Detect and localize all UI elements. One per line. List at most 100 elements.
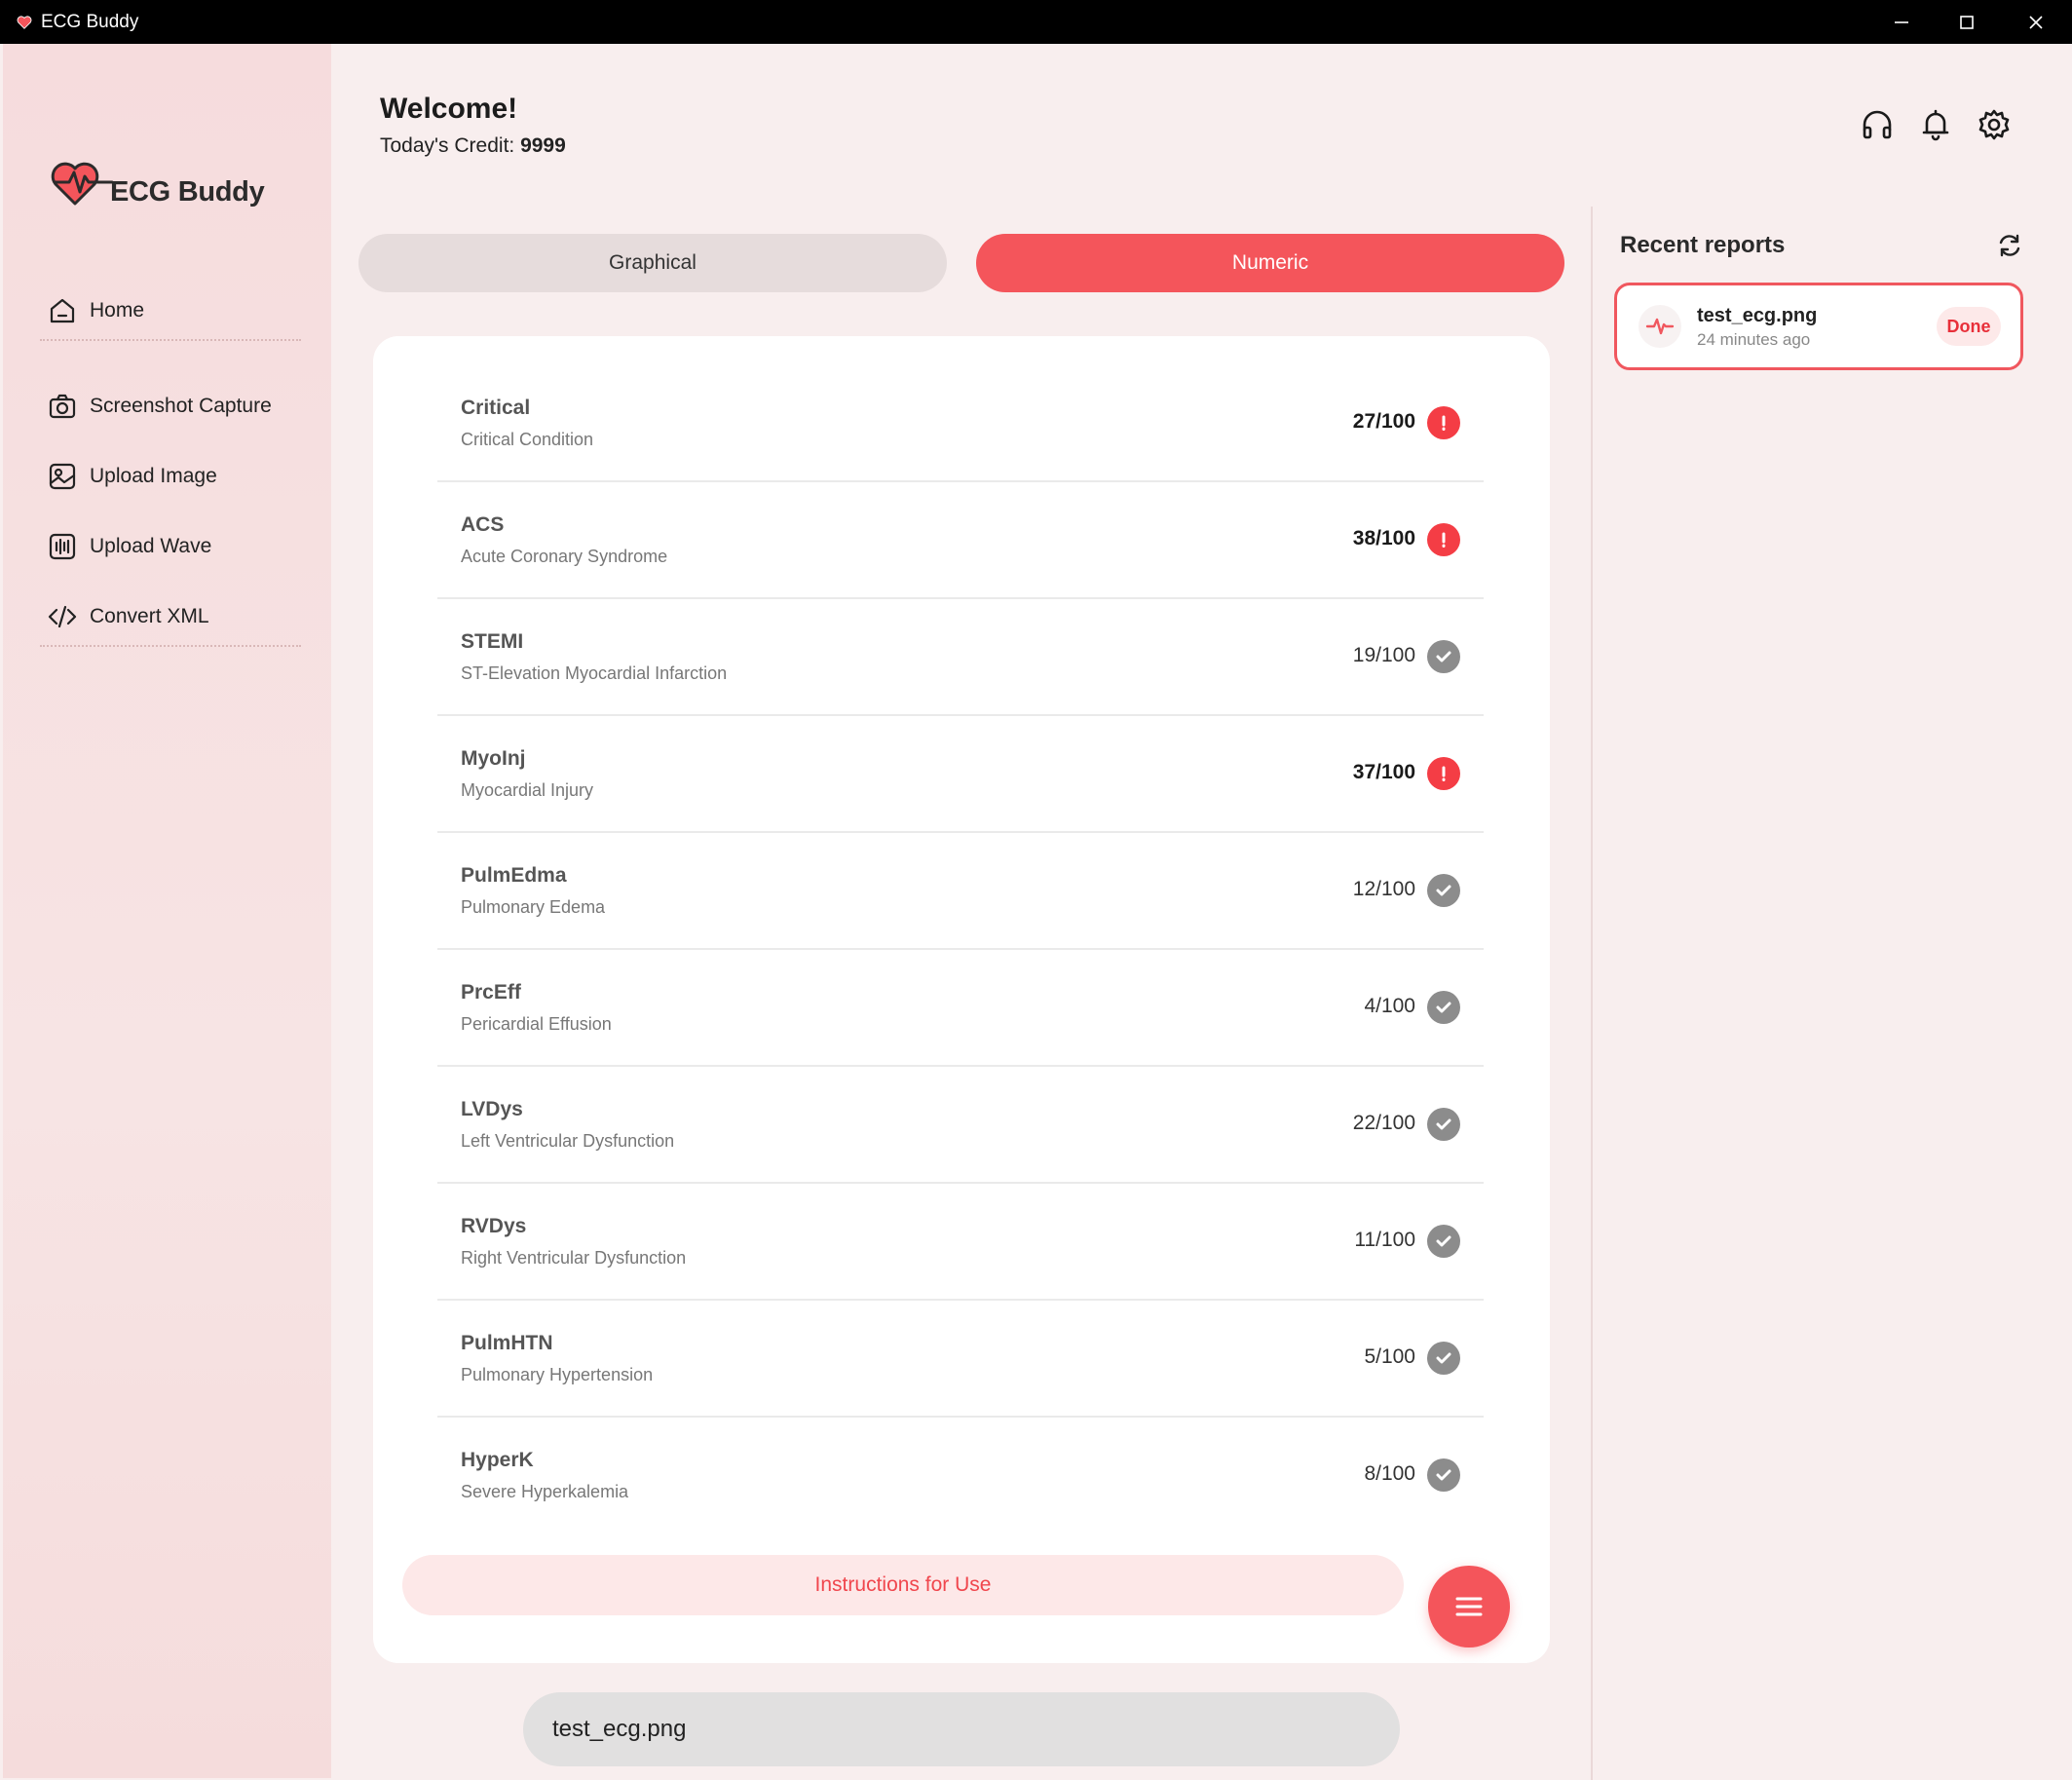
result-row: PulmEdma Pulmonary Edema 12/100 xyxy=(437,833,1484,950)
credit-value: 9999 xyxy=(520,134,566,157)
result-row: MyoInj Myocardial Injury 37/100 xyxy=(437,716,1484,833)
headphones-icon xyxy=(1863,110,1892,139)
gear-icon xyxy=(1978,109,2010,140)
title-bar: ECG Buddy xyxy=(0,0,2072,44)
credit-label: Today's Credit: xyxy=(380,134,521,157)
maximize-button[interactable] xyxy=(1933,0,2001,44)
image-icon xyxy=(46,460,79,493)
result-code: RVDys xyxy=(461,1215,527,1237)
minimize-icon xyxy=(1895,20,1908,23)
camera-icon xyxy=(46,390,79,423)
results-card: Critical Critical Condition 27/100 ACS A… xyxy=(373,336,1550,1663)
settings-button[interactable] xyxy=(1975,105,2014,144)
result-description: Critical Condition xyxy=(461,430,594,449)
sidebar-item-label: Upload Wave xyxy=(90,535,212,557)
result-code: PulmHTN xyxy=(461,1332,553,1354)
sidebar-item-home[interactable]: Home xyxy=(46,291,144,330)
window-title: ECG Buddy xyxy=(41,12,139,32)
result-row: PrcEff Pericardial Effusion 4/100 xyxy=(437,950,1484,1067)
check-icon xyxy=(1427,1458,1460,1492)
report-name: test_ecg.png xyxy=(1697,305,1818,326)
result-description: Pulmonary Hypertension xyxy=(461,1365,654,1384)
wave-icon xyxy=(46,530,79,563)
sidebar-item-label: Upload Image xyxy=(90,465,217,487)
result-score: 8/100 xyxy=(1364,1462,1415,1485)
logo-text: ECG Buddy xyxy=(110,176,265,208)
sidebar-item-screenshot-capture[interactable]: Screenshot Capture xyxy=(46,387,272,426)
result-code: MyoInj xyxy=(461,747,526,770)
result-description: Acute Coronary Syndrome xyxy=(461,547,668,566)
result-row: RVDys Right Ventricular Dysfunction 11/1… xyxy=(437,1184,1484,1301)
result-code: Critical xyxy=(461,397,531,419)
menu-button[interactable] xyxy=(1428,1566,1510,1647)
sidebar-item-upload-wave[interactable]: Upload Wave xyxy=(46,527,211,566)
sidebar-item-convert-xml[interactable]: Convert XML xyxy=(46,597,209,636)
check-icon xyxy=(1427,991,1460,1024)
sidebar-item-upload-image[interactable]: Upload Image xyxy=(46,457,217,496)
result-description: Pericardial Effusion xyxy=(461,1014,612,1034)
result-code: LVDys xyxy=(461,1098,523,1120)
report-item[interactable]: test_ecg.png 24 minutes ago Done xyxy=(1614,283,2023,370)
check-icon xyxy=(1427,640,1460,673)
ecg-pulse-icon xyxy=(1639,305,1681,348)
result-code: HyperK xyxy=(461,1449,534,1471)
result-description: Severe Hyperkalemia xyxy=(461,1482,629,1501)
result-score: 12/100 xyxy=(1352,878,1415,900)
support-button[interactable] xyxy=(1858,105,1897,144)
sidebar-divider xyxy=(40,645,301,647)
check-icon xyxy=(1427,874,1460,907)
page-title: Welcome! xyxy=(380,93,518,125)
result-code: ACS xyxy=(461,513,505,536)
result-score: 4/100 xyxy=(1364,995,1415,1017)
result-score: 11/100 xyxy=(1354,1229,1415,1251)
refresh-icon xyxy=(1999,234,2020,257)
sidebar: ECG Buddy Home Screenshot Capture Upload… xyxy=(3,44,331,1778)
notifications-button[interactable] xyxy=(1916,105,1955,144)
sidebar-item-label: Screenshot Capture xyxy=(90,395,272,417)
result-description: Myocardial Injury xyxy=(461,780,594,800)
app-logo: ECG Buddy xyxy=(48,153,265,211)
result-score: 38/100 xyxy=(1352,527,1415,549)
result-code: PrcEff xyxy=(461,981,521,1004)
result-row: LVDys Left Ventricular Dysfunction 22/10… xyxy=(437,1067,1484,1184)
result-row: Critical Critical Condition 27/100 xyxy=(437,365,1484,482)
close-button[interactable] xyxy=(2002,0,2070,44)
hamburger-menu-icon xyxy=(1455,1597,1483,1616)
minimize-button[interactable] xyxy=(1867,0,1936,44)
result-row: ACS Acute Coronary Syndrome 38/100 xyxy=(437,482,1484,599)
result-score: 19/100 xyxy=(1352,644,1415,666)
tab-graphical[interactable]: Graphical xyxy=(358,234,947,292)
credit-text: Today's Credit: 9999 xyxy=(380,134,566,158)
check-icon xyxy=(1427,1108,1460,1141)
recent-reports-title: Recent reports xyxy=(1620,232,1786,258)
result-score: 5/100 xyxy=(1364,1345,1415,1368)
home-icon xyxy=(46,294,79,327)
sidebar-item-label: Home xyxy=(90,299,145,322)
maximize-icon xyxy=(1960,15,1974,29)
result-description: Left Ventricular Dysfunction xyxy=(461,1131,675,1151)
result-score: 22/100 xyxy=(1352,1112,1415,1134)
instructions-button[interactable]: Instructions for Use xyxy=(402,1555,1404,1615)
app-heart-icon xyxy=(17,16,32,29)
result-code: PulmEdma xyxy=(461,864,567,887)
result-row: STEMI ST-Elevation Myocardial Infarction… xyxy=(437,599,1484,716)
alert-icon xyxy=(1427,523,1460,556)
current-file-name: test_ecg.png xyxy=(523,1692,1400,1766)
result-score: 37/100 xyxy=(1352,761,1415,783)
sidebar-divider xyxy=(40,339,301,341)
heart-pulse-logo-icon xyxy=(51,162,114,206)
tab-numeric[interactable]: Numeric xyxy=(976,234,1564,292)
result-row: PulmHTN Pulmonary Hypertension 5/100 xyxy=(437,1301,1484,1418)
result-description: ST-Elevation Myocardial Infarction xyxy=(461,663,728,683)
alert-icon xyxy=(1427,757,1460,790)
alert-icon xyxy=(1427,406,1460,439)
code-icon xyxy=(46,600,79,633)
result-row: HyperK Severe Hyperkalemia 8/100 xyxy=(437,1418,1484,1534)
bell-icon xyxy=(1922,109,1949,141)
check-icon xyxy=(1427,1342,1460,1375)
check-icon xyxy=(1427,1225,1460,1258)
result-code: STEMI xyxy=(461,630,524,653)
refresh-button[interactable] xyxy=(1993,229,2026,262)
result-description: Right Ventricular Dysfunction xyxy=(461,1248,687,1268)
status-badge: Done xyxy=(1937,307,2001,346)
